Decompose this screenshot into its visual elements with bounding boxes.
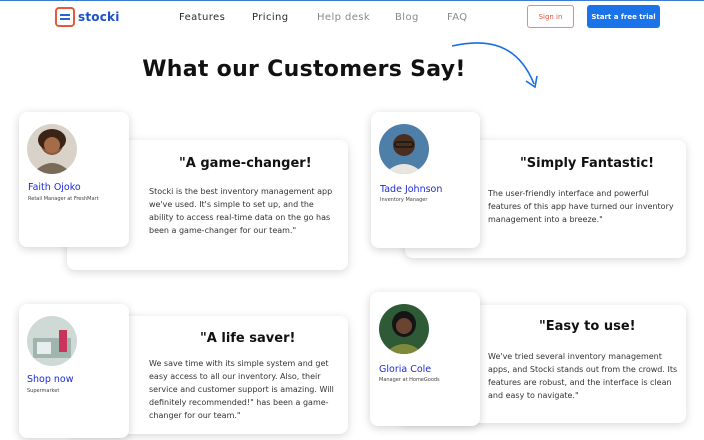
top-accent-line bbox=[0, 0, 704, 1]
testimonial-body: We save time with its simple system and … bbox=[149, 359, 334, 420]
testimonial-body: The user-friendly interface and powerful… bbox=[488, 189, 674, 224]
profile-card-4: Gloria Cole Manager at HomeGoods bbox=[370, 292, 480, 426]
avatar bbox=[379, 304, 429, 354]
person-name[interactable]: Faith Ojoko bbox=[28, 182, 81, 193]
profile-card-1: Faith Ojoko Retail Manager at FreshMart bbox=[19, 112, 129, 247]
testimonial-body: We've tried several inventory management… bbox=[488, 352, 678, 400]
nav-help-desk[interactable]: Help desk bbox=[317, 12, 370, 23]
testimonial-headline: "Easy to use! bbox=[539, 319, 636, 334]
nav-features[interactable]: Features bbox=[179, 12, 225, 23]
avatar bbox=[27, 124, 77, 174]
person-role: Inventory Manager bbox=[380, 197, 428, 203]
start-trial-button[interactable]: Start a free trial bbox=[587, 5, 660, 28]
person-name[interactable]: Shop now bbox=[27, 374, 74, 385]
person-role: Retail Manager at FreshMart bbox=[28, 196, 99, 202]
avatar bbox=[379, 124, 429, 174]
profile-card-3: Shop now Supermarket bbox=[19, 304, 129, 438]
avatar bbox=[27, 316, 77, 366]
testimonial-headline: "Simply Fantastic! bbox=[520, 156, 655, 171]
nav-pricing[interactable]: Pricing bbox=[252, 12, 289, 23]
person-name[interactable]: Gloria Cole bbox=[379, 364, 431, 375]
nav-blog[interactable]: Blog bbox=[395, 12, 419, 23]
person-role: Manager at HomeGoods bbox=[379, 377, 440, 383]
nav-faq[interactable]: FAQ bbox=[447, 12, 468, 23]
testimonial-headline: "A game-changer! bbox=[179, 156, 312, 171]
signin-button[interactable]: Sign in bbox=[527, 5, 574, 28]
person-role: Supermarket bbox=[27, 388, 60, 394]
person-name[interactable]: Tade Johnson bbox=[380, 184, 442, 195]
profile-card-2: Tade Johnson Inventory Manager bbox=[371, 112, 480, 248]
testimonial-headline: "A life saver! bbox=[200, 331, 296, 346]
curved-arrow-icon bbox=[451, 42, 538, 89]
testimonial-body: Stocki is the best inventory management … bbox=[149, 187, 333, 235]
